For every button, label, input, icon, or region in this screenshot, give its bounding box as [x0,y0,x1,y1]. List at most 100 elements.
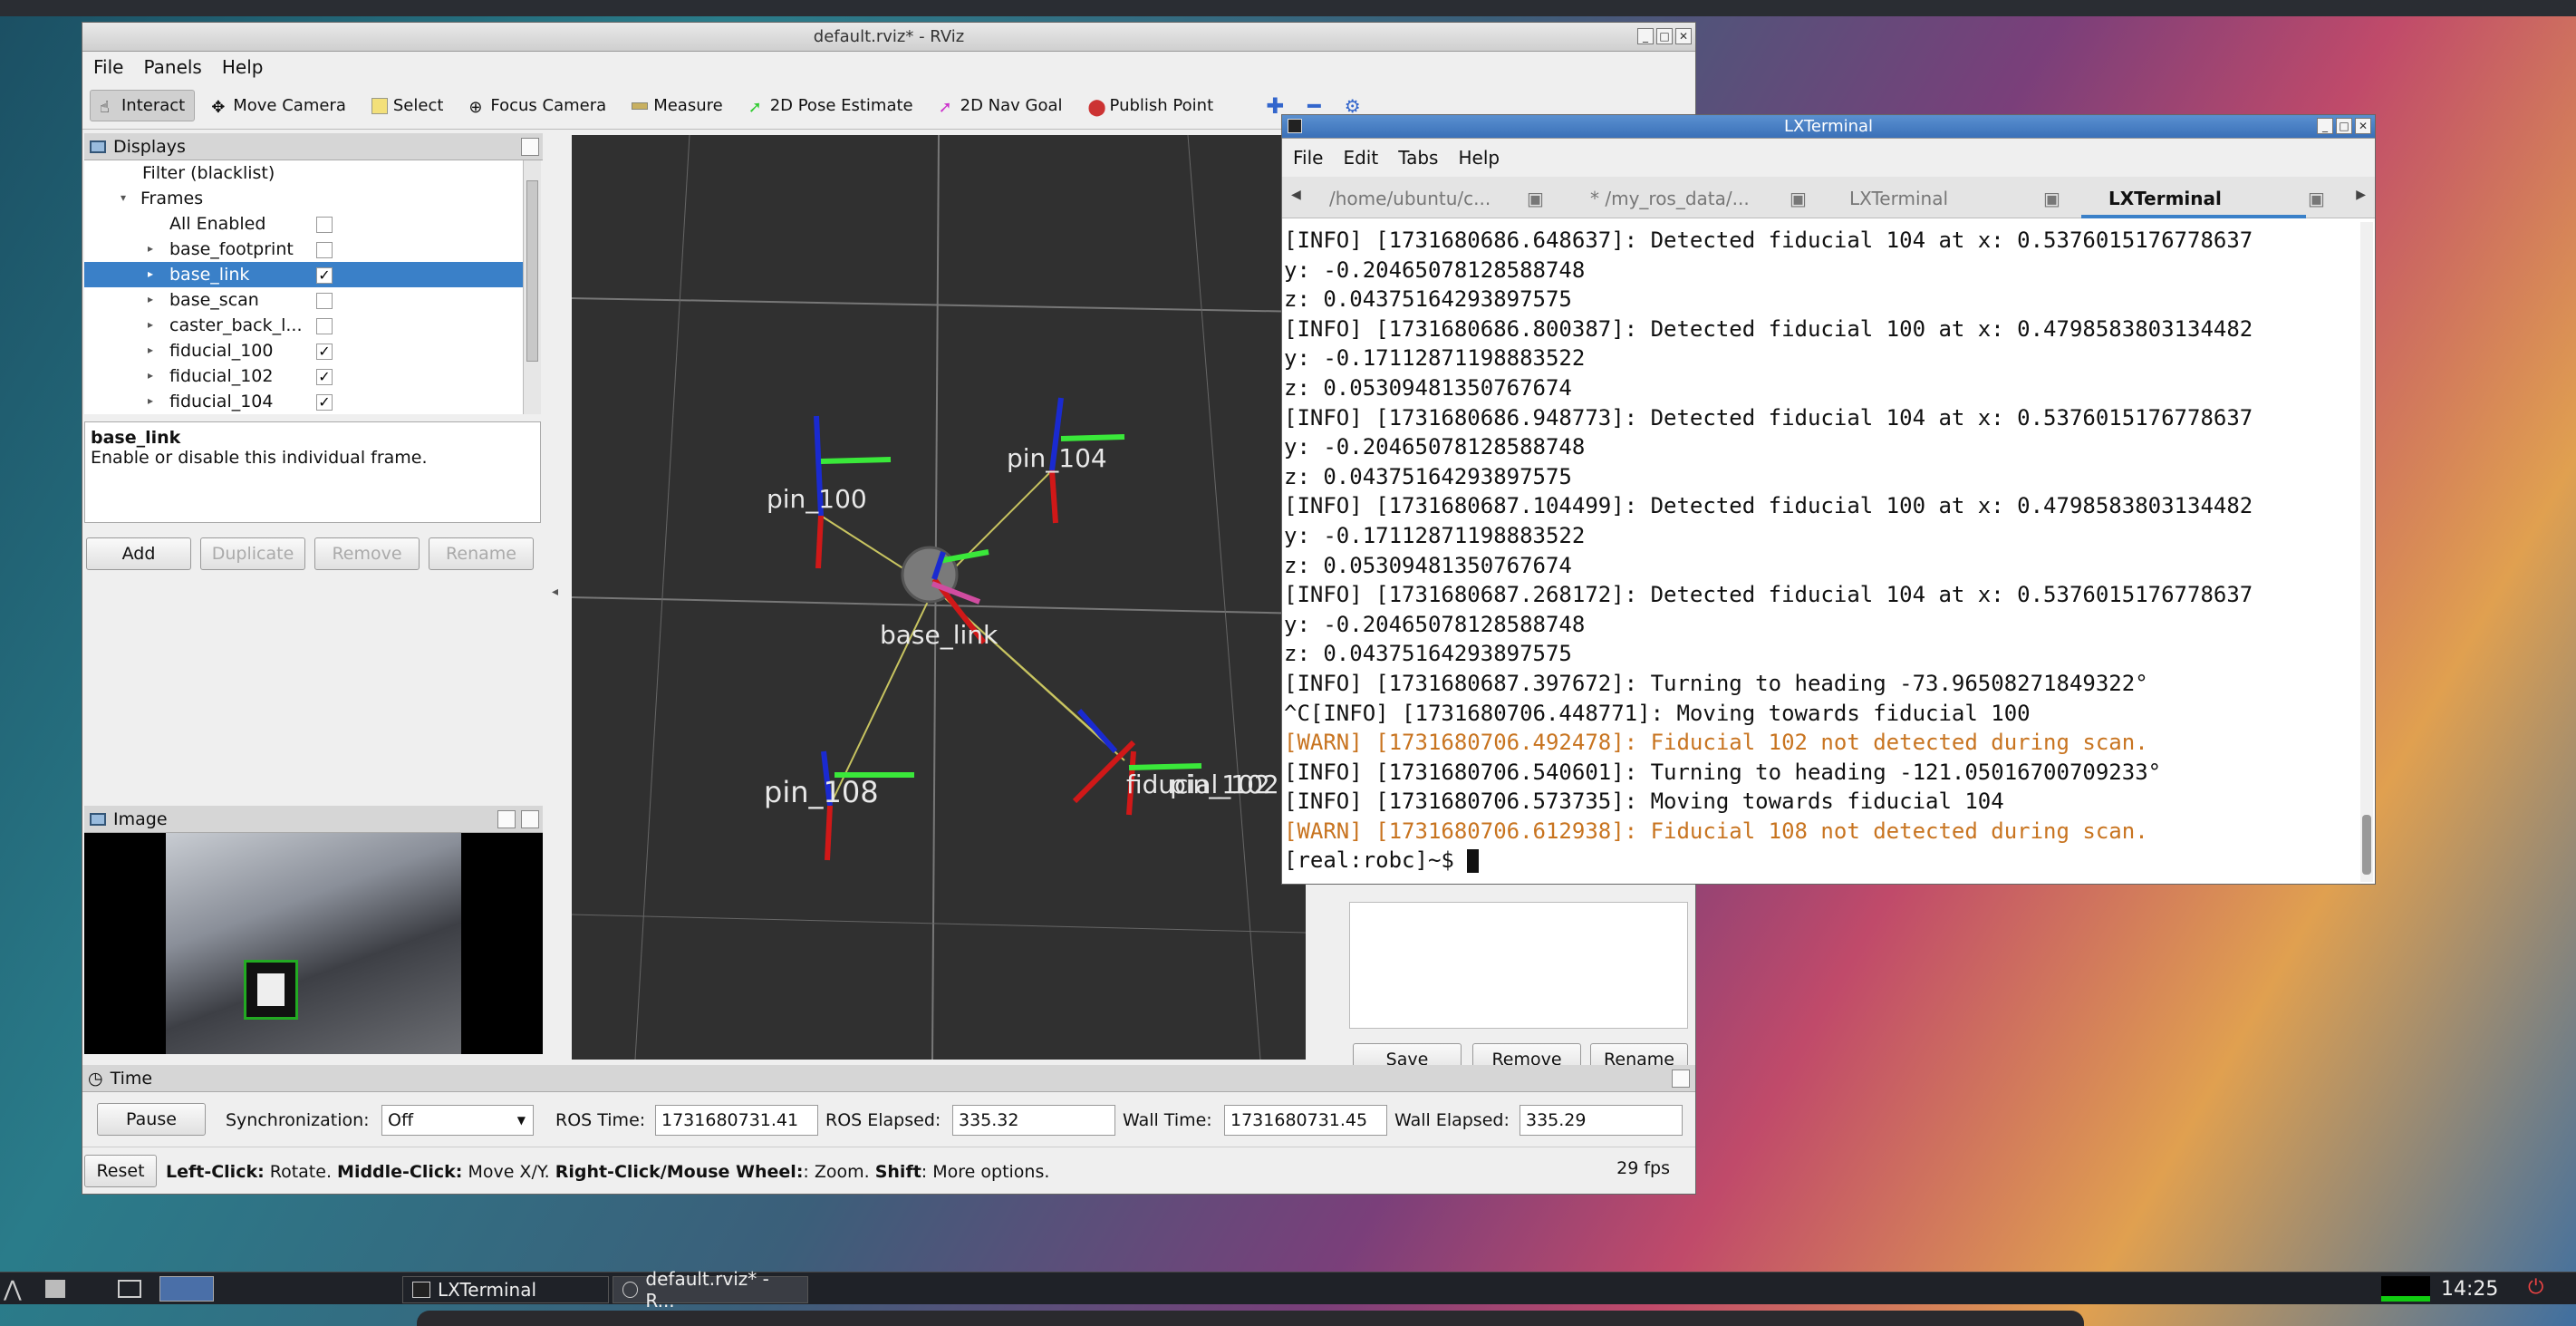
display-row-fiducial-102[interactable]: ▸ fiducial_102 ✓ [84,363,523,389]
terminal-close-button[interactable]: ✕ [2355,118,2371,134]
time-title: Time [110,1068,153,1089]
expand-right-icon[interactable]: ▸ [148,318,153,331]
expand-right-icon[interactable]: ▸ [148,242,153,255]
tool-publish-point[interactable]: ⬤ Publish Point [1079,91,1223,121]
terminal-output[interactable]: [INFO] [1731680686.648637]: Detected fid… [1284,226,2355,882]
expand-down-icon[interactable]: ▾ [121,191,126,204]
tool-2d-pose-estimate[interactable]: ➚ 2D Pose Estimate [739,91,922,121]
terminal-titlebar[interactable]: LXTerminal _ □ ✕ [1282,115,2375,139]
terminal-minimize-button[interactable]: _ [2317,118,2333,134]
tool-2d-nav-goal[interactable]: ➚ 2D Nav Goal [930,91,1072,121]
panel-float-button[interactable] [521,138,539,156]
expand-right-icon[interactable]: ▸ [148,293,153,305]
image-close-button[interactable] [521,810,539,828]
image-icon [90,812,106,826]
desktop-pager-icon[interactable] [159,1276,214,1302]
menu-file[interactable]: File [93,56,123,78]
terminal-tab-4-active[interactable]: LXTerminal [2108,188,2222,209]
terminal-tab-2[interactable]: * /my_ros_data/... [1590,188,1750,209]
expand-right-icon[interactable]: ▸ [148,344,153,356]
3d-viewport[interactable]: pin_100 pin_104 base_link pin_108 fiduci… [572,135,1306,1060]
minimize-button[interactable]: _ [1637,28,1654,44]
display-row-fiducial-104[interactable]: ▸ fiducial_104 ✓ [84,389,523,414]
time-float-button[interactable] [1672,1070,1690,1088]
pause-button[interactable]: Pause [97,1103,206,1136]
tree-scrollbar[interactable] [523,160,541,414]
display-row-frames[interactable]: ▾ Frames [84,186,523,211]
display-row-base-footprint[interactable]: ▸ base_footprint [84,237,523,262]
cpu-monitor [2381,1276,2430,1302]
tool-interact[interactable]: ☝ Interact [90,90,196,121]
ros-elapsed-field[interactable]: 335.32 [952,1105,1115,1136]
visibility-checkbox[interactable] [316,318,333,334]
terminal-menu-tabs[interactable]: Tabs [1398,147,1438,169]
maximize-button[interactable]: □ [1656,28,1673,44]
tab-scroll-right-icon[interactable]: ▶ [2356,188,2366,202]
expand-right-icon[interactable]: ▸ [148,369,153,382]
display-row-all-enabled[interactable]: All Enabled [84,211,523,237]
tab-close-icon[interactable]: ▣ [1790,188,1807,209]
rename-display-button[interactable]: Rename [429,537,534,570]
menu-panels[interactable]: Panels [143,56,201,78]
taskbar-item-rviz[interactable]: default.rviz* - R... [613,1268,808,1311]
terminal-scroll-thumb[interactable] [2362,815,2371,875]
close-button[interactable]: ✕ [1675,28,1692,44]
visibility-checkbox[interactable]: ✓ [316,394,333,411]
display-row-base-scan[interactable]: ▸ base_scan [84,287,523,313]
ros-elapsed-label: ROS Elapsed: [825,1110,941,1130]
wall-time-field[interactable]: 1731680731.45 [1224,1105,1387,1136]
terminal-tab-3[interactable]: LXTerminal [1849,188,1948,209]
display-row-filter-blacklist-[interactable]: Filter (blacklist) [84,160,523,186]
visibility-checkbox[interactable]: ✓ [316,267,333,284]
show-desktop-icon[interactable] [118,1280,141,1298]
sync-select[interactable]: Off ▼ [381,1105,534,1136]
visibility-checkbox[interactable] [316,242,333,258]
reset-button[interactable]: Reset [84,1155,157,1187]
taskbar-item-lxterminal[interactable]: LXTerminal [402,1276,609,1303]
visibility-checkbox[interactable]: ✓ [316,369,333,385]
time-header: ◷ Time [82,1065,1695,1092]
visibility-checkbox[interactable] [316,293,333,309]
visibility-checkbox[interactable] [316,217,333,233]
panel-collapse-handle[interactable]: ◂ [552,585,558,599]
image-float-button[interactable] [497,810,516,828]
tool-focus-camera[interactable]: ⊕ Focus Camera [459,91,615,121]
visibility-checkbox[interactable]: ✓ [316,344,333,360]
wall-elapsed-field[interactable]: 335.29 [1520,1105,1683,1136]
rviz-titlebar[interactable]: default.rviz* - RViz _ □ ✕ [82,23,1695,52]
time-panel: ◷ Time Pause Synchronization: Off ▼ ROS T… [82,1065,1695,1137]
tool-move-camera[interactable]: ✥ Move Camera [202,91,355,121]
tab-close-icon[interactable]: ▣ [2308,188,2325,209]
camera-frame [166,833,461,1054]
tab-close-icon[interactable]: ▣ [1527,188,1544,209]
tab-close-icon[interactable]: ▣ [2043,188,2060,209]
scroll-thumb[interactable] [526,180,538,362]
tab-scroll-left-icon[interactable]: ◀ [1291,188,1301,202]
file-manager-icon[interactable] [45,1280,65,1298]
add-display-button[interactable]: Add [86,537,191,570]
terminal-tab-1[interactable]: /home/ubuntu/c... [1329,188,1491,209]
terminal-maximize-button[interactable]: □ [2336,118,2352,134]
tool-select[interactable]: Select [362,91,453,121]
ros-time-field[interactable]: 1731680731.41 [655,1105,818,1136]
terminal-app-icon [1288,119,1302,133]
display-row-base-link[interactable]: ▸ base_link ✓ [84,262,523,287]
expand-right-icon[interactable]: ▸ [148,394,153,407]
logout-icon[interactable]: ⏻ [2528,1276,2543,1299]
menu-help[interactable]: Help [222,56,264,78]
tool-measure[interactable]: Measure [622,91,732,121]
start-menu-icon[interactable]: ⋀ [4,1276,22,1302]
terminal-scrollbar[interactable] [2360,222,2373,882]
terminal-menu-file[interactable]: File [1293,147,1323,169]
terminal-menu-help[interactable]: Help [1458,147,1500,169]
expand-right-icon[interactable]: ▸ [148,267,153,280]
tool-properties-icon[interactable]: ⚙ [1345,95,1361,117]
duplicate-display-button[interactable]: Duplicate [200,537,305,570]
description-text: Enable or disable this individual frame. [91,448,428,468]
remove-display-button[interactable]: Remove [314,537,420,570]
terminal-menu-edit[interactable]: Edit [1343,147,1378,169]
terminal-title: LXTerminal [1783,117,1874,136]
display-row-caster-back-l-[interactable]: ▸ caster_back_l... [84,313,523,338]
display-row-fiducial-100[interactable]: ▸ fiducial_100 ✓ [84,338,523,363]
terminal-icon [412,1282,430,1298]
